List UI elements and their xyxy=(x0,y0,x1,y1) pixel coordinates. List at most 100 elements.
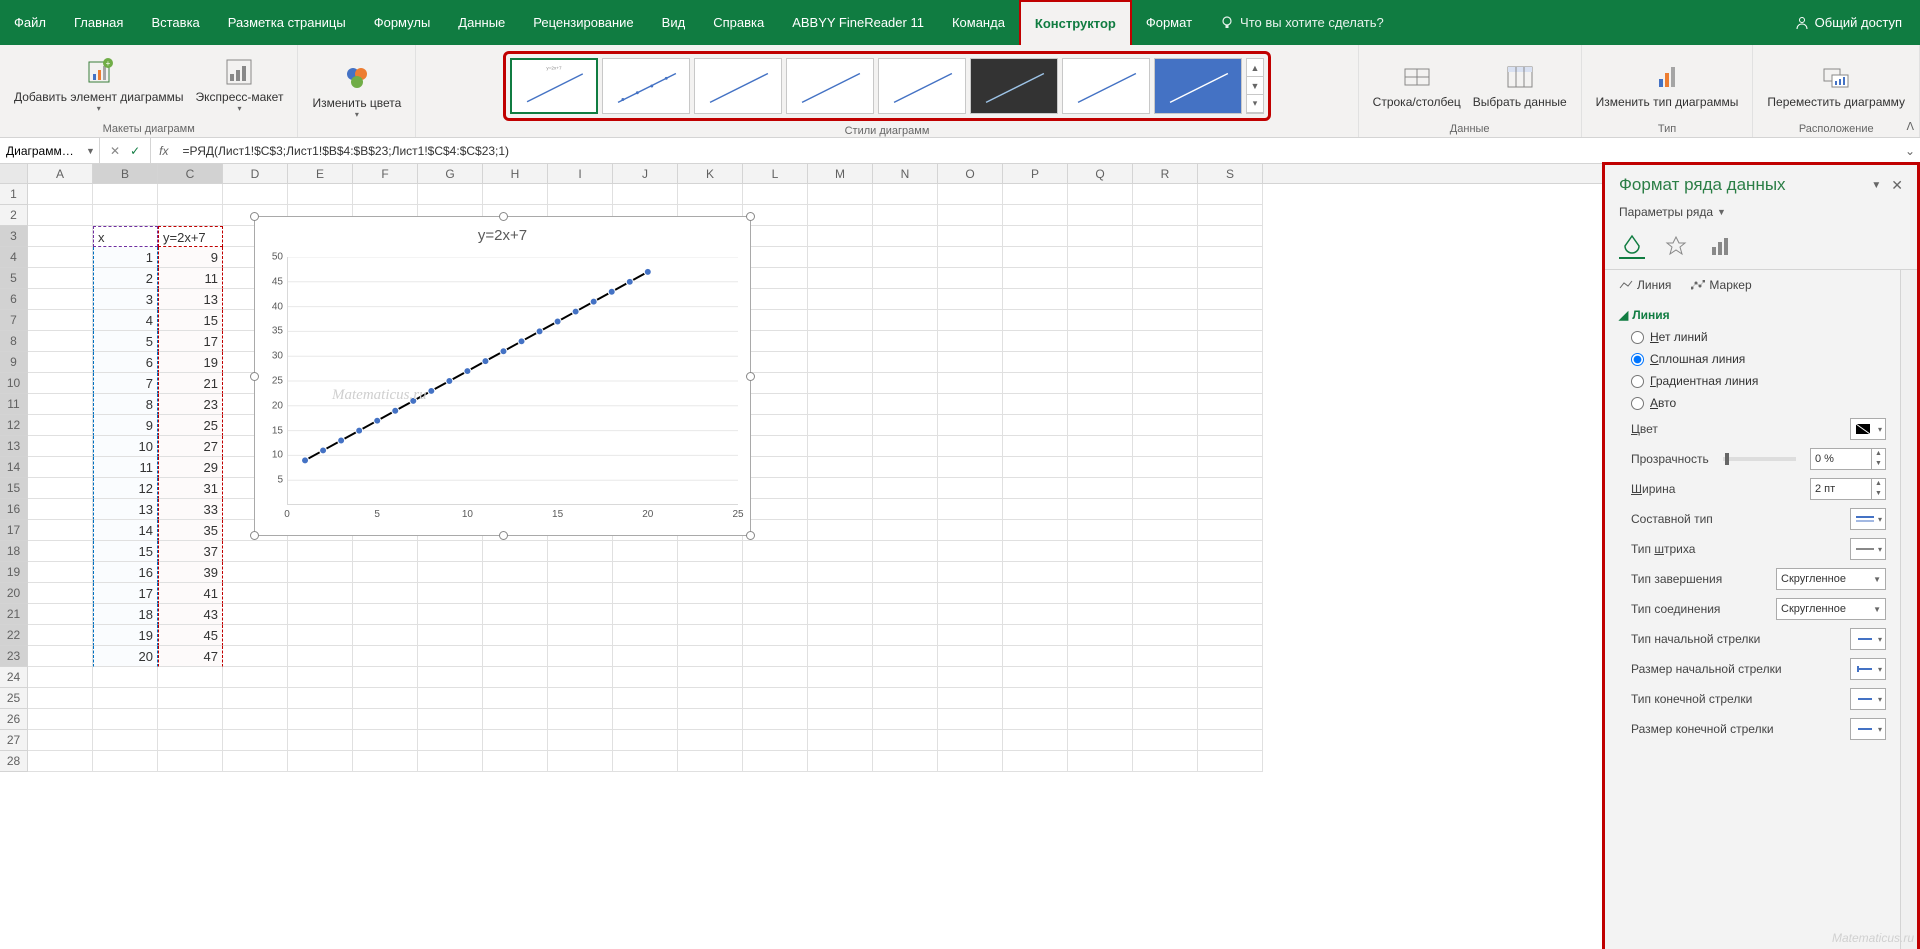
cell[interactable] xyxy=(28,247,93,268)
cell[interactable] xyxy=(223,751,288,772)
cell[interactable] xyxy=(288,604,353,625)
cell[interactable] xyxy=(808,751,873,772)
cell[interactable] xyxy=(1068,352,1133,373)
cell[interactable] xyxy=(93,751,158,772)
cell[interactable] xyxy=(288,751,353,772)
cell[interactable] xyxy=(1198,415,1263,436)
row-header-5[interactable]: 5 xyxy=(0,268,28,289)
cell[interactable] xyxy=(1133,457,1198,478)
cell[interactable] xyxy=(28,205,93,226)
cell[interactable]: 5 xyxy=(93,331,158,352)
effects-tab-icon[interactable] xyxy=(1663,233,1689,259)
cell[interactable] xyxy=(548,709,613,730)
cell[interactable] xyxy=(1133,436,1198,457)
cell[interactable] xyxy=(1198,394,1263,415)
cell[interactable] xyxy=(353,625,418,646)
cell[interactable] xyxy=(678,751,743,772)
cell[interactable] xyxy=(808,331,873,352)
cell[interactable] xyxy=(483,646,548,667)
cell[interactable] xyxy=(808,625,873,646)
cell[interactable] xyxy=(1003,499,1068,520)
cell[interactable] xyxy=(418,730,483,751)
cell[interactable] xyxy=(28,541,93,562)
cell[interactable] xyxy=(353,646,418,667)
cell[interactable] xyxy=(873,520,938,541)
begin-arrow-size-picker[interactable]: ▾ xyxy=(1850,658,1886,680)
row-header-28[interactable]: 28 xyxy=(0,751,28,772)
cell[interactable] xyxy=(678,709,743,730)
cell[interactable] xyxy=(483,184,548,205)
cell[interactable] xyxy=(483,730,548,751)
cell[interactable] xyxy=(483,751,548,772)
cell[interactable] xyxy=(28,352,93,373)
cell[interactable] xyxy=(483,604,548,625)
cell[interactable] xyxy=(93,667,158,688)
tab-insert[interactable]: Вставка xyxy=(137,0,213,45)
cell[interactable]: 19 xyxy=(93,625,158,646)
cell[interactable] xyxy=(418,562,483,583)
cell[interactable] xyxy=(223,583,288,604)
cell[interactable] xyxy=(1133,247,1198,268)
cell[interactable] xyxy=(1003,583,1068,604)
cell[interactable] xyxy=(1133,583,1198,604)
cell[interactable] xyxy=(873,478,938,499)
cell[interactable] xyxy=(93,688,158,709)
tab-abbyy[interactable]: ABBYY FineReader 11 xyxy=(778,0,938,45)
cell[interactable] xyxy=(1133,373,1198,394)
cell[interactable] xyxy=(1003,373,1068,394)
col-header-L[interactable]: L xyxy=(743,164,808,183)
series-options-tab-icon[interactable] xyxy=(1707,233,1733,259)
cell[interactable] xyxy=(1003,751,1068,772)
cell[interactable] xyxy=(1068,457,1133,478)
cell[interactable] xyxy=(418,667,483,688)
cell[interactable] xyxy=(1003,646,1068,667)
cell[interactable] xyxy=(743,289,808,310)
cell[interactable] xyxy=(28,604,93,625)
cell[interactable] xyxy=(1003,226,1068,247)
cell[interactable] xyxy=(743,688,808,709)
cell[interactable] xyxy=(1198,709,1263,730)
cell[interactable]: 41 xyxy=(158,583,223,604)
row-header-8[interactable]: 8 xyxy=(0,331,28,352)
col-header-M[interactable]: M xyxy=(808,164,873,183)
cell[interactable] xyxy=(938,646,1003,667)
cell[interactable] xyxy=(1198,289,1263,310)
col-header-F[interactable]: F xyxy=(353,164,418,183)
cell[interactable] xyxy=(1198,751,1263,772)
cell[interactable] xyxy=(483,625,548,646)
cell[interactable] xyxy=(1133,352,1198,373)
end-arrow-picker[interactable]: ▾ xyxy=(1850,688,1886,710)
col-header-G[interactable]: G xyxy=(418,164,483,183)
cell[interactable] xyxy=(1068,520,1133,541)
cell[interactable] xyxy=(1003,184,1068,205)
cell[interactable] xyxy=(1003,730,1068,751)
cell[interactable] xyxy=(288,184,353,205)
chart-style-3[interactable] xyxy=(694,58,782,114)
cell[interactable] xyxy=(28,583,93,604)
cell[interactable] xyxy=(1133,184,1198,205)
cell[interactable]: x xyxy=(93,226,158,247)
cell[interactable] xyxy=(1003,268,1068,289)
cell[interactable]: 10 xyxy=(93,436,158,457)
cell[interactable] xyxy=(1068,289,1133,310)
tab-review[interactable]: Рецензирование xyxy=(519,0,647,45)
cell[interactable] xyxy=(483,583,548,604)
compound-type-picker[interactable]: ▾ xyxy=(1850,508,1886,530)
cell[interactable]: 12 xyxy=(93,478,158,499)
cell[interactable] xyxy=(158,751,223,772)
cell[interactable] xyxy=(1198,457,1263,478)
col-header-H[interactable]: H xyxy=(483,164,548,183)
cell[interactable]: 39 xyxy=(158,562,223,583)
cell[interactable] xyxy=(808,499,873,520)
cell[interactable] xyxy=(288,541,353,562)
chart-plot-area[interactable]: 5101520253035404550 0510152025 Matematic… xyxy=(287,257,738,505)
cell[interactable] xyxy=(28,709,93,730)
cell[interactable]: 15 xyxy=(158,310,223,331)
cell[interactable] xyxy=(678,541,743,562)
cell[interactable] xyxy=(743,499,808,520)
cell[interactable] xyxy=(1003,478,1068,499)
cell[interactable] xyxy=(288,583,353,604)
cell[interactable]: 37 xyxy=(158,541,223,562)
cell[interactable] xyxy=(1068,730,1133,751)
cell[interactable] xyxy=(158,709,223,730)
